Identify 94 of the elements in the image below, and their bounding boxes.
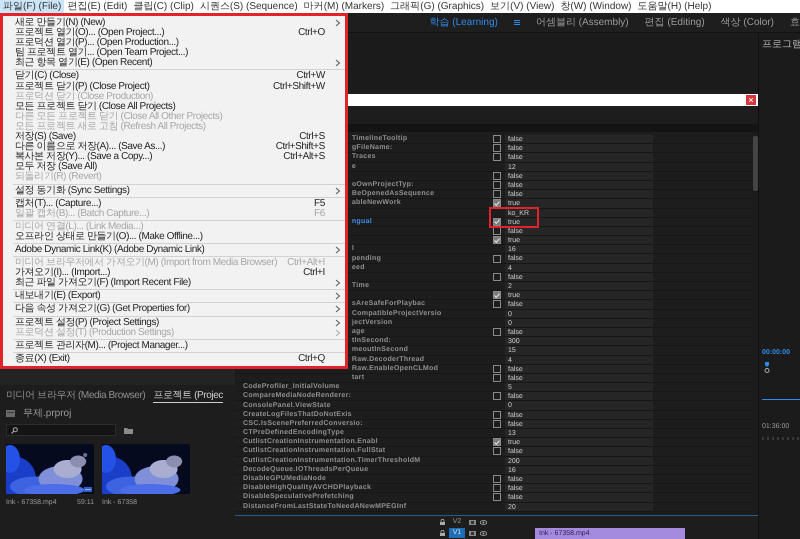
workspace-tab[interactable]: 색상 (Color) — [720, 16, 774, 30]
eye-icon[interactable] — [480, 530, 487, 536]
menu-bar-item[interactable]: 그래픽(G) (Graphics) — [387, 0, 488, 13]
menu-item[interactable]: 가져오기(I)... (Import...) Ctrl+I — [3, 268, 345, 278]
menu-item[interactable]: 다른 이름으로 저장(A)... (Save As...) Ctrl+Shift+S — [3, 142, 345, 152]
keyboard-shortcut: Ctrl+W — [296, 71, 325, 82]
checkbox[interactable] — [493, 236, 501, 244]
lock-icon[interactable] — [440, 519, 445, 525]
menu-item[interactable]: 프로젝트 열기(O)... (Open Project...) Ctrl+O — [3, 28, 345, 38]
menu-item[interactable]: 프로덕션 열기(P)... (Open Production...) — [3, 38, 345, 48]
checkbox[interactable] — [493, 181, 501, 190]
keyboard-shortcut: F6 — [314, 208, 325, 219]
workspace-tab[interactable]: 학습 (Learning) — [429, 16, 498, 30]
menu-item[interactable]: 닫기(C) (Close) Ctrl+W — [3, 71, 345, 82]
panel-tab[interactable]: 미디어 브라우저 (Media Browser) — [6, 389, 146, 403]
menu-bar-item[interactable]: 시퀀스(S) (Sequence) — [196, 0, 301, 13]
workspace-tab[interactable]: 편집 (Editing) — [644, 16, 705, 30]
ellipsis-badge-icon[interactable] — [84, 487, 92, 492]
keyboard-shortcut: Ctrl+O — [298, 28, 325, 38]
menu-bar-item[interactable]: 파일(F) (File) — [0, 0, 64, 13]
checkbox[interactable] — [493, 172, 501, 180]
checkbox[interactable] — [493, 135, 501, 144]
bin-icon — [6, 410, 15, 417]
menu-bar-item[interactable]: 마커(M) (Markers) — [300, 0, 388, 13]
checkbox[interactable] — [493, 300, 501, 308]
menu-item[interactable]: 오프라인 상태로 만들기(O)... (Make Offline...) — [3, 232, 345, 242]
menu-item[interactable]: 모든 프로젝트 닫기 (Close All Projects) — [3, 102, 345, 112]
project-file-name: 무제.prproj — [23, 407, 72, 420]
search-icon — [11, 426, 18, 434]
checkbox[interactable] — [493, 190, 501, 198]
checkbox[interactable] — [493, 144, 501, 152]
check-icon — [494, 200, 500, 206]
menu-item[interactable]: 다음 속성 가져오기(G) (Get Properties for) — [3, 304, 345, 315]
menu-bar-item[interactable]: 보기(V) (View) — [487, 0, 558, 13]
eye-icon[interactable] — [480, 520, 487, 524]
menu-item[interactable]: 내보내기(E) (Export) — [3, 291, 345, 302]
checkbox[interactable] — [493, 153, 501, 162]
keyboard-shortcut: Ctrl+Shift+W — [272, 82, 325, 92]
menu-item[interactable]: 종료(X) (Exit) Ctrl+Q — [3, 354, 345, 364]
close-icon — [749, 98, 753, 102]
checkbox[interactable] — [493, 484, 501, 492]
checkbox[interactable] — [493, 364, 501, 373]
menu-item[interactable]: Adobe Dynamic Link(K) (Adobe Dynamic Link) — [3, 244, 345, 256]
check-icon — [494, 440, 500, 445]
checkbox[interactable] — [493, 392, 501, 400]
menu-item[interactable]: 저장(S) (Save) Ctrl+S — [3, 132, 345, 142]
check-icon — [494, 238, 500, 243]
menu-item[interactable]: 프로젝트 닫기(P) (Close Project) Ctrl+Shift+W — [3, 82, 345, 92]
checkbox[interactable] — [493, 493, 501, 502]
lock-icon[interactable] — [440, 530, 445, 536]
close-button[interactable] — [746, 95, 756, 105]
keyboard-shortcut: Ctrl+S — [299, 132, 325, 142]
menu-bar-item[interactable]: 클립(C) (Clip) — [130, 0, 197, 13]
menu-item[interactable]: 복사본 저장(Y)... (Save a Copy...) Ctrl+Alt+S — [3, 152, 345, 162]
menu-bar-item[interactable]: 편집(E) (Edit) — [64, 0, 130, 13]
menu-item[interactable]: 최근 파일 가져오기(F) (Import Recent File) — [3, 278, 345, 288]
search-field[interactable] — [6, 424, 116, 436]
checkbox[interactable] — [493, 438, 501, 446]
checkbox[interactable] — [493, 254, 501, 263]
folder-icon[interactable] — [124, 426, 133, 434]
menu-item[interactable]: 팀 프로젝트 열기... (Open Team Project...) — [3, 48, 345, 58]
menu-item[interactable]: 설정 동기화 (Sync Settings) — [3, 186, 345, 196]
playhead-icon[interactable] — [764, 362, 770, 373]
workspace-tab[interactable]: 효 — [790, 16, 800, 30]
checkbox[interactable] — [493, 475, 501, 484]
checkbox[interactable] — [493, 447, 501, 456]
checkbox[interactable] — [493, 420, 501, 428]
menu-item[interactable]: 캡처(T)... (Capture...) F5 — [3, 198, 345, 209]
checkbox[interactable] — [493, 272, 501, 281]
checkbox[interactable] — [493, 410, 501, 419]
check-icon — [494, 219, 500, 224]
checkbox[interactable] — [493, 291, 501, 300]
keyboard-shortcut: Ctrl+Alt+I — [287, 258, 325, 268]
menu-item[interactable]: 모두 저장 (Save All) — [3, 162, 345, 172]
menu-item[interactable]: 최근 항목 열기(E) (Open Recent) — [3, 58, 345, 68]
checkbox[interactable] — [493, 328, 501, 336]
keyboard-shortcut: F5 — [314, 198, 325, 209]
menu-bar-item[interactable]: 창(W) (Window) — [557, 0, 635, 13]
keyboard-shortcut: Ctrl+Shift+S — [276, 142, 325, 152]
workspace-tab[interactable]: 어셈블리 (Assembly) — [536, 16, 629, 30]
checkbox[interactable] — [493, 226, 501, 235]
scrollbar-thumb[interactable] — [753, 136, 758, 191]
menu-icon[interactable] — [514, 20, 520, 25]
menu-item[interactable]: 새로 만들기(N) (New) — [3, 18, 345, 28]
check-icon — [494, 292, 500, 298]
menu-item[interactable]: 프로젝트 관리자(M)... (Project Manager...) — [3, 340, 345, 351]
menu-item[interactable]: 프로젝트 설정(P) (Project Settings) — [3, 318, 345, 328]
keyboard-shortcut: Ctrl+I — [303, 268, 325, 278]
panel-tab[interactable]: 프로젝트 (Projec — [153, 389, 223, 403]
keyboard-shortcut: Ctrl+Q — [298, 354, 325, 364]
keyboard-shortcut: Ctrl+Alt+S — [283, 152, 325, 162]
checkbox[interactable] — [493, 374, 501, 382]
checkbox[interactable] — [493, 199, 501, 208]
menu-bar-item[interactable]: 도움말(H) (Help) — [634, 0, 714, 13]
